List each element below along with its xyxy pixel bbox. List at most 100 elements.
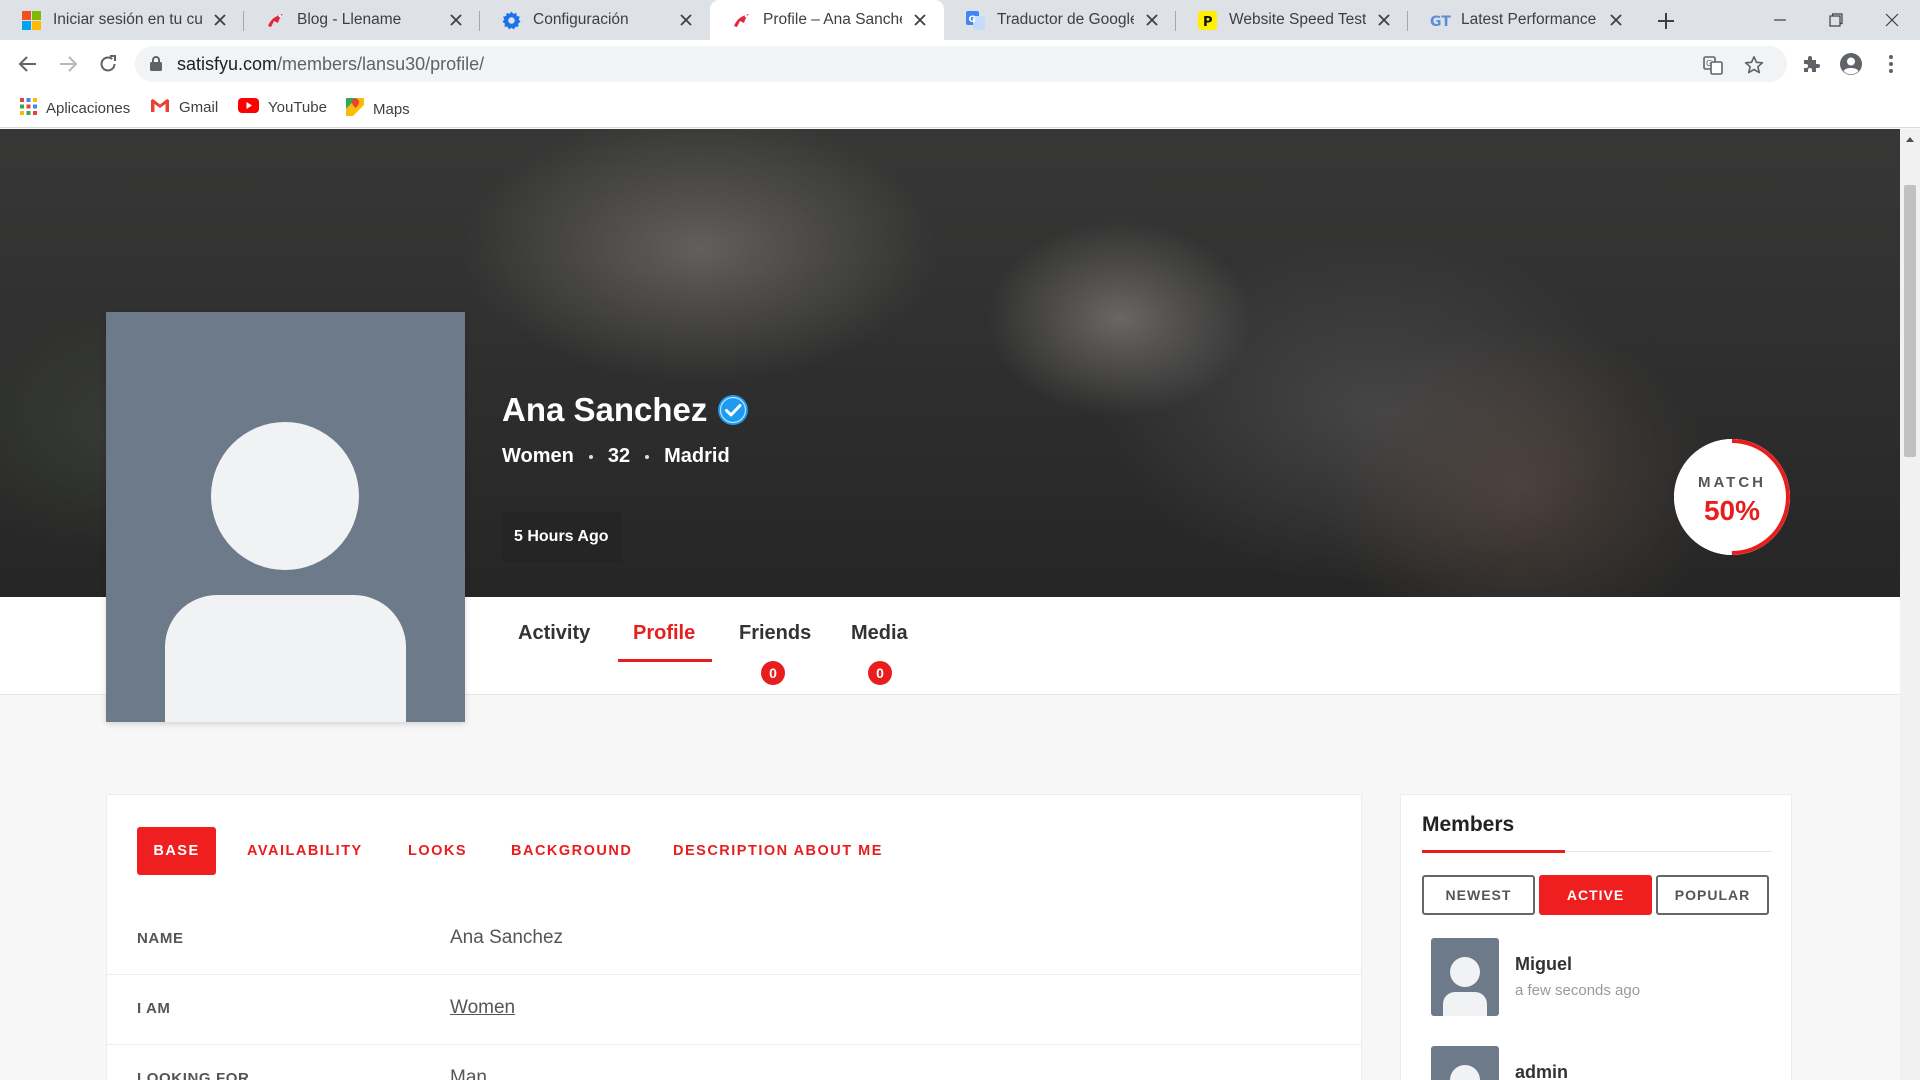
browser-tab[interactable]: G Traductor de Google [944,0,1176,40]
browser-tab-active[interactable]: Profile – Ana Sanchez – Satisfyu [710,0,944,40]
bookmark-label: Maps [373,100,410,118]
profile-age: 32 [607,445,631,467]
minimize-icon [1774,19,1786,21]
member-item[interactable]: admin [1431,1046,1771,1080]
bird-icon [266,11,285,30]
close-icon[interactable] [446,10,466,30]
page-viewport: Ana Sanchez Women 32 Madrid 5 Hours Ago … [0,129,1900,1080]
scrollbar-thumb[interactable] [1904,185,1916,457]
bookmark-label: YouTube [268,99,327,116]
browser-tab[interactable]: Blog - Llename [244,0,480,40]
tab-activity[interactable]: Activity [518,597,628,695]
profile-header: Ana Sanchez [502,391,749,429]
subtab-base[interactable]: BASE [137,827,216,875]
svg-text:GT: GT [1430,14,1451,30]
svg-text:P: P [1203,15,1213,30]
filter-newest-button[interactable]: NEWEST [1422,875,1535,915]
puzzle-icon [1804,56,1820,72]
close-icon[interactable] [676,10,696,30]
lock-icon [149,55,163,77]
friends-count-badge: 0 [759,659,787,687]
profile-meta: Women 32 Madrid [502,445,730,468]
profile-gender: Women [502,445,574,467]
title-underline [1422,850,1565,853]
gtmetrix-icon: GT [1430,11,1451,30]
translate-page-icon[interactable]: G [1701,53,1725,77]
member-item[interactable]: Miguel a few seconds ago [1431,938,1771,1018]
members-widget: Members NEWEST ACTIVE POPULAR Miguel a f… [1400,794,1792,1080]
profile-button[interactable] [1835,48,1867,80]
restore-button[interactable] [1808,0,1864,40]
close-window-button[interactable] [1864,0,1920,40]
filter-active-button[interactable]: ACTIVE [1539,875,1652,915]
bookmark-maps[interactable]: Maps [346,98,410,120]
back-button[interactable] [12,48,44,80]
last-active-badge: 5 Hours Ago [502,512,621,562]
separator-dot [645,454,650,459]
field-row-looking-for: LOOKING FOR Man [107,1045,1361,1080]
extensions-button[interactable] [1795,48,1827,80]
field-value-link[interactable]: Women [450,997,515,1019]
minimize-button[interactable] [1752,0,1808,40]
new-tab-button[interactable] [1652,8,1680,34]
tab-title: Latest Performance Report [1461,11,1598,28]
browser-tab[interactable]: GT Latest Performance Report [1408,0,1640,40]
avatar-placeholder-body [165,595,406,722]
tab-title: Configuración [533,11,629,28]
browser-menu-button[interactable] [1875,48,1907,80]
subtab-availability[interactable]: AVAILABILITY [247,827,363,875]
avatar[interactable] [1431,1046,1499,1080]
member-name[interactable]: admin [1515,1062,1568,1080]
browser-tab[interactable]: Configuración [480,0,710,40]
subtab-looks[interactable]: LOOKS [408,827,467,875]
tab-label: Activity [518,622,591,644]
avatar-placeholder-head [1450,1065,1480,1080]
close-icon[interactable] [1606,10,1626,30]
close-icon[interactable] [1142,10,1162,30]
member-name[interactable]: Miguel [1515,954,1572,975]
match-percentage-ring: MATCH 50% [1674,439,1790,555]
reload-icon [100,55,116,72]
avatar[interactable] [1431,938,1499,1016]
field-value-link[interactable]: Man [450,1067,487,1080]
field-label: LOOKING FOR [137,1070,250,1080]
youtube-icon [238,98,259,117]
address-bar[interactable]: satisfyu.com/members/lansu30/profile/ G [135,46,1787,82]
subtab-background[interactable]: BACKGROUND [511,827,632,875]
match-label: MATCH [1697,474,1767,491]
reload-button[interactable] [92,48,124,80]
close-icon[interactable] [210,10,230,30]
scroll-up-arrow-icon[interactable] [1906,137,1914,142]
tab-profile[interactable]: Profile [633,597,713,695]
bookmark-star-icon[interactable] [1742,53,1766,77]
close-icon[interactable] [910,10,930,30]
bookmark-gmail[interactable]: Gmail [150,98,218,117]
field-row-i-am: I AM Women [107,975,1361,1045]
bookmark-youtube[interactable]: YouTube [238,98,327,117]
browser-tab[interactable]: Iniciar sesión en tu cuenta [0,0,244,40]
tab-title: Iniciar sesión en tu cuenta [53,11,202,28]
tab-title: Blog - Llename [297,11,402,28]
close-icon[interactable] [1374,10,1394,30]
avatar-placeholder-body [1443,992,1487,1016]
subtab-description[interactable]: DESCRIPTION ABOUT ME [673,827,883,875]
tab-title: Website Speed Test | Pingdom Tools [1229,11,1366,28]
page-scrollbar[interactable] [1900,129,1920,1080]
gmail-icon [150,98,170,117]
forward-button[interactable] [52,48,84,80]
match-value: 50% [1703,495,1761,526]
browser-tab[interactable]: P Website Speed Test | Pingdom Tools [1176,0,1408,40]
bookmark-apps[interactable]: Aplicaciones [20,98,130,119]
restore-icon [1829,13,1843,27]
svg-text:G: G [1706,59,1712,68]
active-tab-indicator [618,659,712,662]
filter-popular-button[interactable]: POPULAR [1656,875,1769,915]
tab-label: Profile [633,622,696,644]
browser-tab-strip: Iniciar sesión en tu cuenta Blog - Llena… [0,0,1920,40]
tab-title: Traductor de Google [997,11,1134,28]
avatar-placeholder-head [211,422,359,570]
bookmark-label: Aplicaciones [46,100,131,117]
field-label: I AM [137,1000,171,1017]
url-text: satisfyu.com/members/lansu30/profile/ [177,54,484,75]
profile-avatar [106,312,465,722]
